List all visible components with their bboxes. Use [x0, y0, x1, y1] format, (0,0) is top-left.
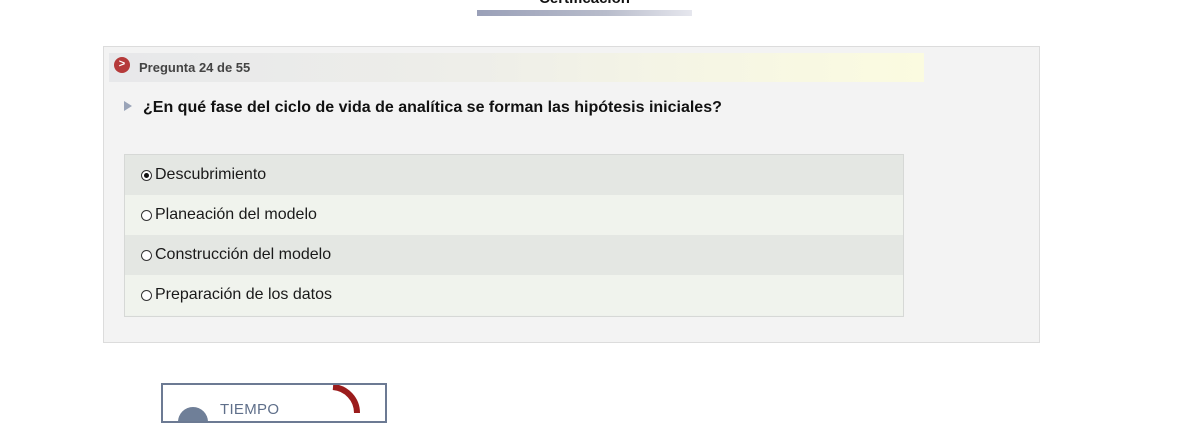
radio-button[interactable] [141, 209, 152, 221]
answer-option[interactable]: Planeación del modelo [125, 195, 903, 235]
header-underline [477, 10, 692, 16]
answer-option[interactable]: Descubrimiento [125, 155, 903, 195]
answer-option[interactable]: Construcción del modelo [125, 235, 903, 275]
answer-options: Descubrimiento Planeación del modelo Con… [124, 154, 904, 317]
question-panel: > Pregunta 24 de 55 ¿En qué fase del cic… [103, 46, 1040, 343]
question-prompt: ¿En qué fase del ciclo de vida de analít… [143, 99, 722, 116]
answer-option-label: Planeación del modelo [155, 206, 317, 223]
timer-box: TIEMPO [161, 383, 387, 423]
question-counter: Pregunta 24 de 55 [139, 60, 251, 75]
triangle-bullet-icon [124, 101, 132, 111]
question-prompt-row: ¿En qué fase del ciclo de vida de analít… [124, 99, 722, 117]
radio-button[interactable] [141, 169, 152, 181]
answer-option[interactable]: Preparación de los datos [125, 275, 903, 315]
radio-button[interactable] [141, 289, 152, 301]
page-title: Certificación [477, 0, 692, 8]
radio-button[interactable] [141, 249, 152, 261]
answer-option-label: Descubrimiento [155, 166, 267, 183]
answer-option-label: Preparación de los datos [155, 286, 332, 303]
arrow-circle-icon: > [114, 57, 130, 73]
question-header: > Pregunta 24 de 55 [109, 53, 924, 82]
clock-icon [178, 407, 208, 421]
answer-option-label: Construcción del modelo [155, 246, 332, 263]
page-header: Certificación [477, 0, 692, 16]
timer-progress-ring-icon [332, 385, 361, 414]
